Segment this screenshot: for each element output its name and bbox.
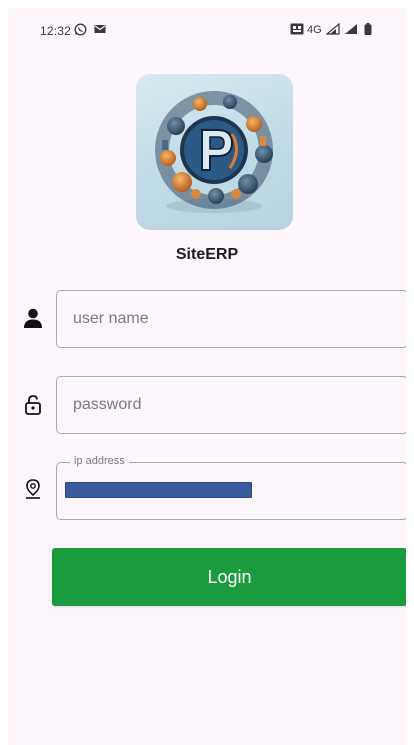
ip-address-field[interactable]: ip address bbox=[56, 455, 406, 520]
app-title: SiteERP bbox=[175, 246, 239, 263]
whatsapp-icon bbox=[74, 23, 87, 36]
password-field[interactable] bbox=[56, 376, 406, 434]
login-screen: 12:32 4G SiteERP user name ip address Lo… bbox=[8, 8, 406, 745]
ip-address-value-redacted[interactable] bbox=[65, 482, 252, 498]
person-icon bbox=[24, 308, 42, 328]
mail-icon bbox=[94, 25, 106, 33]
vpn-icon bbox=[290, 23, 304, 35]
signal-icon bbox=[345, 24, 357, 34]
login-button[interactable]: Login bbox=[52, 548, 406, 606]
location-pin-icon bbox=[26, 479, 40, 499]
unlock-icon bbox=[25, 395, 41, 415]
username-input[interactable] bbox=[57, 291, 406, 347]
status-time: 12:32 bbox=[40, 24, 72, 38]
battery-icon bbox=[364, 23, 372, 35]
ip-address-label: ip address bbox=[70, 455, 129, 467]
status-bar: 12:32 4G bbox=[8, 8, 406, 52]
app-logo-p-icon bbox=[155, 91, 273, 213]
password-input[interactable] bbox=[57, 377, 406, 433]
signal-icon bbox=[326, 23, 340, 35]
network-type: 4G bbox=[307, 24, 322, 36]
app-logo bbox=[136, 74, 293, 230]
username-field[interactable] bbox=[56, 290, 406, 348]
